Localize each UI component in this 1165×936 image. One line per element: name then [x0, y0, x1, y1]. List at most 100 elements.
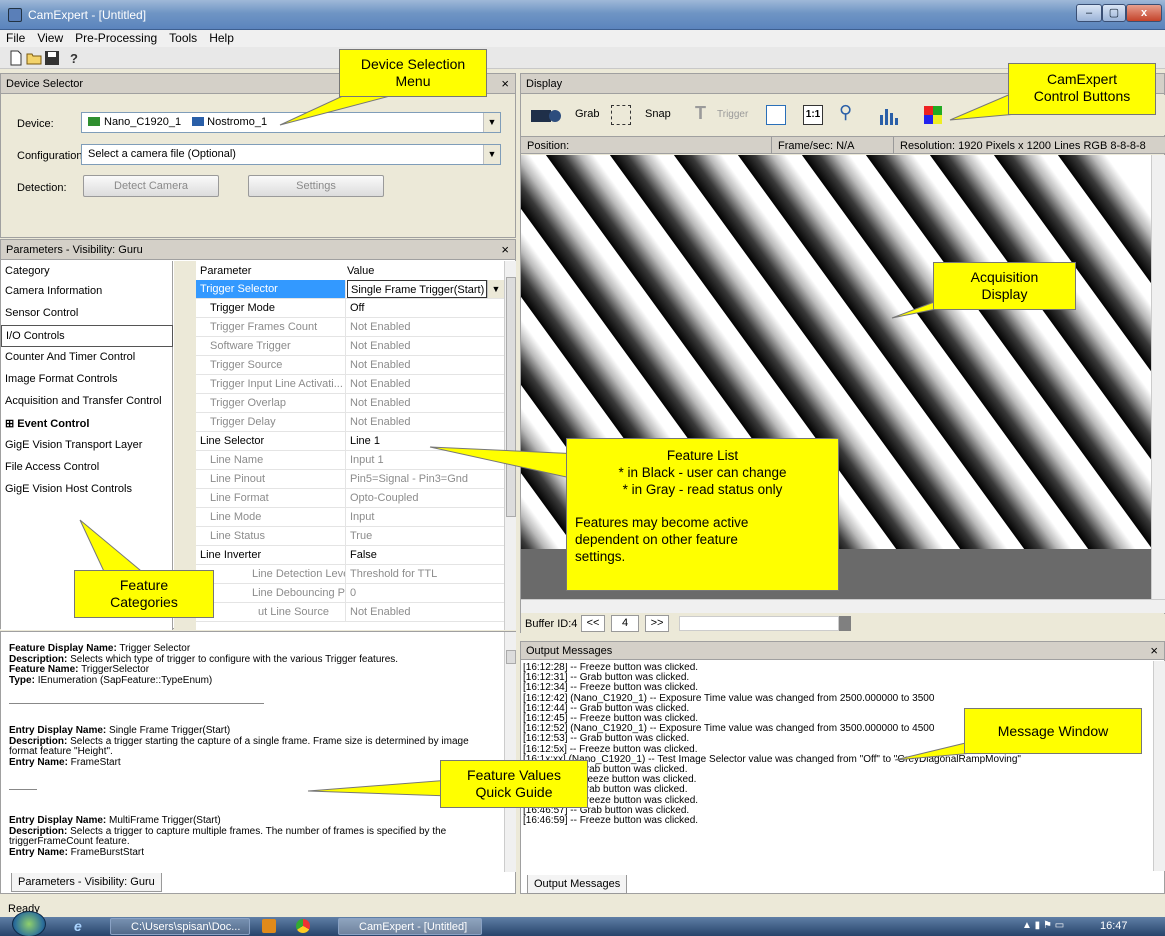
parameter-value[interactable]: Not Enabled: [347, 394, 504, 412]
device-combo[interactable]: Nano_C1920_1 Nostromo_1 ▼: [81, 112, 501, 133]
expand-icon[interactable]: ⊞: [5, 418, 14, 430]
parameter-row[interactable]: Trigger Source Not Enabled: [196, 356, 504, 375]
category-sensor-control[interactable]: Sensor Control: [1, 303, 166, 325]
help-icon[interactable]: ?: [66, 50, 82, 66]
parameter-value[interactable]: Off: [347, 299, 504, 317]
category-acquisition-transfer[interactable]: Acquisition and Transfer Control: [1, 391, 166, 413]
category-gige-transport[interactable]: GigE Vision Transport Layer: [1, 435, 166, 457]
category-event-control[interactable]: ⊞ Event Control: [1, 413, 166, 435]
parameter-value[interactable]: Not Enabled: [347, 356, 504, 374]
color-icon[interactable]: [923, 105, 943, 125]
parameter-row[interactable]: ut Line Source Not Enabled: [196, 603, 504, 622]
ie-icon[interactable]: e: [74, 918, 82, 934]
menu-tools[interactable]: Tools: [163, 30, 203, 45]
parameters-close-icon[interactable]: ×: [501, 242, 509, 257]
buffer-id-field[interactable]: 4: [611, 615, 639, 632]
save-icon[interactable]: [44, 50, 60, 66]
taskbar-app-icon[interactable]: [262, 919, 276, 933]
parameter-value[interactable]: Input: [347, 508, 504, 526]
parameter-row[interactable]: Trigger Frames Count Not Enabled: [196, 318, 504, 337]
parameter-value[interactable]: Input 1: [347, 451, 504, 469]
parameter-scrollbar[interactable]: [504, 261, 516, 630]
one-to-one-button[interactable]: 1:1: [803, 105, 823, 125]
buffer-next-button[interactable]: >>: [645, 615, 669, 632]
snap-icon[interactable]: [611, 105, 631, 125]
chrome-icon[interactable]: [296, 919, 310, 933]
display-hscrollbar[interactable]: [521, 599, 1165, 613]
category-file-access[interactable]: File Access Control: [1, 457, 166, 479]
parameter-row[interactable]: Line Selector Line 1: [196, 432, 504, 451]
parameter-row[interactable]: Trigger Overlap Not Enabled: [196, 394, 504, 413]
parameter-value[interactable]: Not Enabled: [347, 603, 504, 621]
parameter-value[interactable]: Pin5=Signal - Pin3=Gnd: [347, 470, 504, 488]
parameter-value[interactable]: Not Enabled: [347, 318, 504, 336]
new-file-icon[interactable]: [8, 50, 24, 66]
parameter-row[interactable]: Line Pinout Pin5=Signal - Pin3=Gnd: [196, 470, 504, 489]
parameter-row[interactable]: Trigger Mode Off: [196, 299, 504, 318]
quick-guide-scrollbar[interactable]: [504, 632, 516, 872]
category-gige-host[interactable]: GigE Vision Host Controls: [1, 479, 166, 501]
parameter-row[interactable]: Line Detection Level Threshold for TTL: [196, 565, 504, 584]
close-button[interactable]: x: [1126, 4, 1162, 22]
parameter-row[interactable]: Line Inverter False: [196, 546, 504, 565]
parameter-value[interactable]: Opto-Coupled: [347, 489, 504, 507]
histogram-icon[interactable]: [877, 103, 901, 127]
scrollbar-thumb[interactable]: [506, 650, 516, 664]
tray-icons[interactable]: ▲ ▮ ⚑ ▭: [1022, 920, 1064, 931]
category-counter-timer[interactable]: Counter And Timer Control: [1, 347, 166, 369]
parameter-row[interactable]: Software Trigger Not Enabled: [196, 337, 504, 356]
parameter-value[interactable]: Line 1: [347, 432, 504, 450]
category-image-format[interactable]: Image Format Controls: [1, 369, 166, 391]
start-button[interactable]: [12, 911, 46, 936]
buffer-track[interactable]: [679, 616, 839, 631]
parameter-value[interactable]: Not Enabled: [347, 375, 504, 393]
fit-to-window-icon[interactable]: [766, 105, 786, 125]
trigger-icon[interactable]: T: [695, 103, 713, 125]
tab-output-messages[interactable]: Output Messages: [527, 875, 628, 894]
buffer-prev-button[interactable]: <<: [581, 615, 605, 632]
output-close-icon[interactable]: ×: [1150, 643, 1158, 658]
parameter-value[interactable]: True: [347, 527, 504, 545]
parameter-row[interactable]: Line Format Opto-Coupled: [196, 489, 504, 508]
parameter-row[interactable]: Line Status True: [196, 527, 504, 546]
grab-camera-icon[interactable]: [529, 105, 563, 125]
zoom-icon[interactable]: ⚲: [839, 102, 852, 123]
trigger-selector-dropdown-arrow[interactable]: ▼: [487, 280, 504, 298]
trigger-button[interactable]: Trigger: [717, 109, 748, 120]
settings-button[interactable]: Settings: [248, 175, 384, 197]
category-io-controls[interactable]: I/O Controls: [1, 325, 173, 347]
parameter-row[interactable]: Line Mode Input: [196, 508, 504, 527]
open-folder-icon[interactable]: [26, 50, 42, 66]
display-vscrollbar[interactable]: [1151, 155, 1165, 599]
parameter-row[interactable]: Trigger Delay Not Enabled: [196, 413, 504, 432]
tab-parameters[interactable]: Parameters - Visibility: Guru: [11, 873, 162, 892]
menu-help[interactable]: Help: [203, 30, 240, 45]
menu-file[interactable]: File: [0, 30, 31, 45]
buffer-marker[interactable]: [839, 616, 851, 631]
parameter-value[interactable]: 0: [347, 584, 504, 602]
category-camera-information[interactable]: Camera Information: [1, 281, 166, 303]
device-dropdown-arrow[interactable]: ▼: [483, 113, 500, 132]
device-selector-close-icon[interactable]: ×: [501, 76, 509, 91]
configuration-dropdown-arrow[interactable]: ▼: [483, 145, 500, 164]
configuration-combo[interactable]: Select a camera file (Optional) ▼: [81, 144, 501, 165]
grab-button[interactable]: Grab: [575, 108, 599, 120]
detect-camera-button[interactable]: Detect Camera: [83, 175, 219, 197]
menu-pre-processing[interactable]: Pre-Processing: [69, 30, 163, 45]
parameter-row[interactable]: Trigger Selector Single Frame Trigger(Sta…: [196, 280, 504, 299]
parameter-value[interactable]: Not Enabled: [347, 413, 504, 431]
parameter-row[interactable]: Trigger Input Line Activati... Not Enable…: [196, 375, 504, 394]
output-scrollbar[interactable]: [1153, 661, 1165, 871]
snap-button[interactable]: Snap: [645, 108, 671, 120]
parameter-row[interactable]: Line Name Input 1: [196, 451, 504, 470]
parameter-row[interactable]: Line Debouncing Pe...0: [196, 584, 504, 603]
menu-view[interactable]: View: [31, 30, 69, 45]
parameter-value[interactable]: Single Frame Trigger(Start): [347, 280, 487, 298]
parameter-value[interactable]: Threshold for TTL: [347, 565, 504, 583]
parameter-value[interactable]: False: [347, 546, 504, 564]
scrollbar-thumb[interactable]: [506, 277, 516, 517]
taskbar-camexpert-item[interactable]: CamExpert - [Untitled]: [338, 918, 482, 935]
parameter-value[interactable]: Not Enabled: [347, 337, 504, 355]
maximize-button[interactable]: ▢: [1102, 4, 1126, 22]
taskbar-explorer-item[interactable]: C:\Users\spisan\Doc...: [110, 918, 250, 935]
